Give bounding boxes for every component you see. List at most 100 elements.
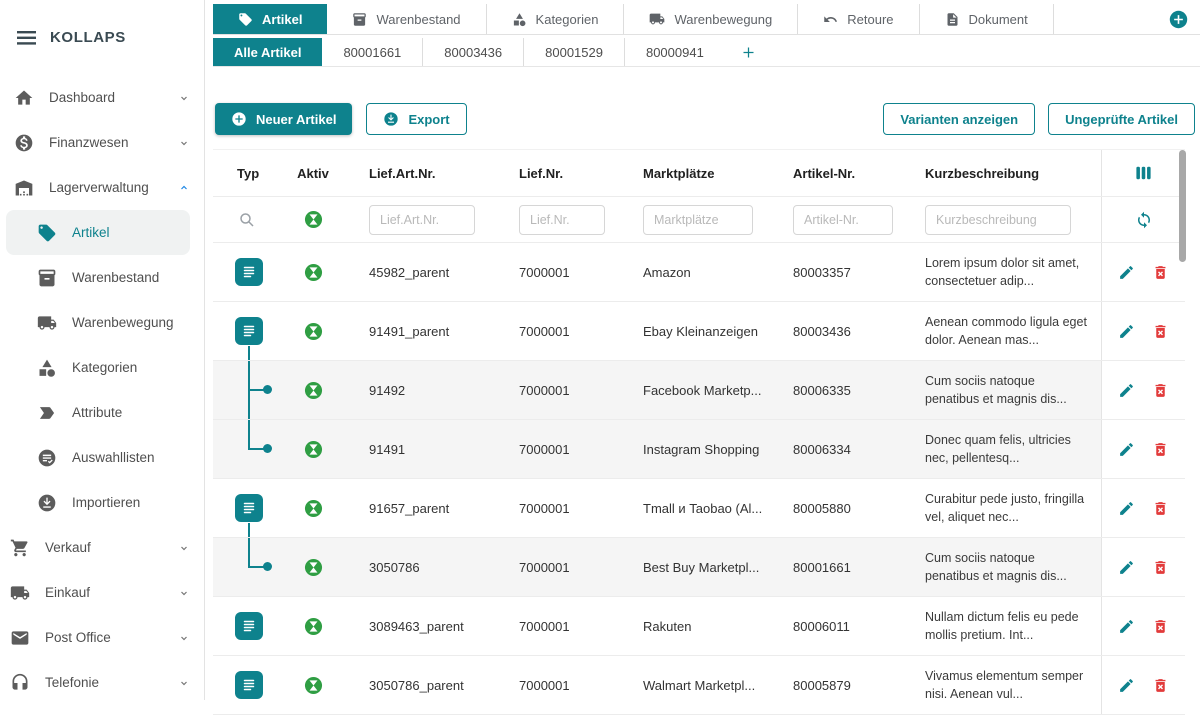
filter-input-kurzbeschreibung[interactable] (925, 205, 1071, 235)
sidebar-item-label: Dashboard (49, 90, 115, 105)
header-kurzbeschreibung[interactable]: Kurzbeschreibung (901, 166, 1101, 181)
subtab-article[interactable]: 80000941 (625, 38, 725, 66)
active-status-icon[interactable] (304, 617, 323, 636)
subtab-article[interactable]: 80001661 (322, 38, 423, 66)
active-status-icon[interactable] (304, 381, 323, 400)
sidebar-item-label: Artikel (72, 225, 110, 240)
tab-dokument[interactable]: Dokument (920, 4, 1054, 34)
delete-button[interactable] (1152, 382, 1169, 399)
active-status-icon[interactable] (304, 263, 323, 282)
box-icon (352, 12, 367, 27)
edit-button[interactable] (1118, 500, 1135, 517)
edit-button[interactable] (1118, 559, 1135, 576)
sidebar-item-lagerverwaltung[interactable]: Lagerverwaltung (0, 165, 204, 210)
dollar-circle-icon (14, 133, 34, 153)
cell-aktiv (281, 263, 345, 282)
edit-button[interactable] (1118, 618, 1135, 635)
subtab-article[interactable]: 80003436 (423, 38, 524, 66)
chevron-down-icon (178, 632, 190, 644)
delete-button[interactable] (1152, 559, 1169, 576)
delete-button[interactable] (1152, 618, 1169, 635)
sidebar-item-finanzwesen[interactable]: Finanzwesen (0, 120, 204, 165)
parent-article-icon[interactable] (235, 258, 263, 286)
cell-lief-art-nr: 91657_parent (345, 501, 495, 516)
filter-input-marktplaetze[interactable] (643, 205, 753, 235)
active-status-icon[interactable] (304, 322, 323, 341)
parent-article-icon[interactable] (235, 494, 263, 522)
active-status-icon[interactable] (304, 558, 323, 577)
tab-label: Kategorien (536, 12, 599, 27)
filter-input-artikel-nr[interactable] (793, 205, 893, 235)
add-tab-button[interactable] (1169, 10, 1188, 29)
new-article-button[interactable]: Neuer Artikel (215, 103, 352, 135)
table-filter-row (213, 197, 1185, 243)
cell-artikel-nr: 80006334 (769, 442, 901, 457)
sidebar-item-auswahllisten[interactable]: Auswahllisten (0, 435, 204, 480)
sidebar-item-dashboard[interactable]: Dashboard (0, 75, 204, 120)
plus-circle-icon (231, 111, 247, 127)
sidebar-item-post-office[interactable]: Post Office (0, 615, 204, 660)
filter-input-lief-nr[interactable] (519, 205, 605, 235)
cell-actions (1101, 361, 1185, 419)
add-subtab-button[interactable] (725, 38, 772, 66)
show-variants-button[interactable]: Varianten anzeigen (883, 103, 1035, 135)
header-lief-nr[interactable]: Lief.Nr. (495, 166, 619, 181)
cell-marktplatz: Tmall и Taobao (Al... (619, 501, 769, 516)
subtab-article[interactable]: 80001529 (524, 38, 625, 66)
hamburger-icon[interactable] (17, 31, 36, 45)
edit-button[interactable] (1118, 264, 1135, 281)
subtab-alle-artikel[interactable]: Alle Artikel (213, 38, 322, 66)
table-row: 91657_parent 7000001 Tmall и Taobao (Al.… (213, 479, 1185, 538)
tab-warenbewegung[interactable]: Warenbewegung (624, 4, 798, 34)
header-artikel-nr[interactable]: Artikel-Nr. (769, 166, 901, 181)
button-label: Export (408, 112, 449, 127)
toolbar: Neuer Artikel Export Varianten anzeigen … (215, 103, 1195, 135)
edit-button[interactable] (1118, 382, 1135, 399)
button-label: Varianten anzeigen (900, 112, 1018, 127)
header-aktiv[interactable]: Aktiv (281, 166, 345, 181)
sidebar-item-verkauf[interactable]: Verkauf (0, 525, 204, 570)
sidebar-item-warenbewegung[interactable]: Warenbewegung (0, 300, 204, 345)
sidebar-item-einkauf[interactable]: Einkauf (0, 570, 204, 615)
delete-button[interactable] (1152, 323, 1169, 340)
delete-button[interactable] (1152, 264, 1169, 281)
edit-button[interactable] (1118, 441, 1135, 458)
sidebar-item-artikel[interactable]: Artikel (6, 210, 190, 255)
edit-button[interactable] (1118, 323, 1135, 340)
label-arrow-icon (37, 403, 57, 423)
header-typ[interactable]: Typ (213, 166, 281, 181)
sidebar-item-telefonie[interactable]: Telefonie (0, 660, 204, 700)
article-subtab-bar: Alle Artikel 80001661 80003436 80001529 … (213, 38, 1200, 67)
columns-icon[interactable] (1135, 165, 1152, 181)
sidebar-item-importieren[interactable]: Importieren (0, 480, 204, 525)
unchecked-articles-button[interactable]: Ungeprüfte Artikel (1048, 103, 1195, 135)
refresh-icon[interactable] (1135, 211, 1153, 229)
sidebar-item-attribute[interactable]: Attribute (0, 390, 204, 435)
filter-input-lief-art-nr[interactable] (369, 205, 475, 235)
tab-retoure[interactable]: Retoure (798, 4, 919, 34)
subtab-label: 80000941 (646, 45, 704, 60)
search-icon[interactable] (238, 211, 256, 229)
header-lief-art-nr[interactable]: Lief.Art.Nr. (345, 166, 495, 181)
parent-article-icon[interactable] (235, 317, 263, 345)
parent-article-icon[interactable] (235, 671, 263, 699)
header-marktplaetze[interactable]: Marktplätze (619, 166, 769, 181)
delete-button[interactable] (1152, 677, 1169, 694)
active-status-icon[interactable] (304, 676, 323, 695)
edit-button[interactable] (1118, 677, 1135, 694)
sidebar-item-kategorien[interactable]: Kategorien (0, 345, 204, 390)
export-button[interactable]: Export (366, 103, 466, 135)
tab-warenbestand[interactable]: Warenbestand (327, 4, 486, 34)
active-status-icon[interactable] (304, 440, 323, 459)
sidebar-item-warenbestand[interactable]: Warenbestand (0, 255, 204, 300)
table-row: 91491 7000001 Instagram Shopping 8000633… (213, 420, 1185, 479)
parent-article-icon[interactable] (235, 612, 263, 640)
vertical-scrollbar[interactable] (1179, 150, 1186, 262)
active-toggle-icon[interactable] (304, 210, 323, 229)
active-status-icon[interactable] (304, 499, 323, 518)
delete-button[interactable] (1152, 441, 1169, 458)
tab-kategorien[interactable]: Kategorien (487, 4, 625, 34)
button-label: Neuer Artikel (256, 112, 336, 127)
tab-artikel[interactable]: Artikel (213, 4, 327, 34)
delete-button[interactable] (1152, 500, 1169, 517)
